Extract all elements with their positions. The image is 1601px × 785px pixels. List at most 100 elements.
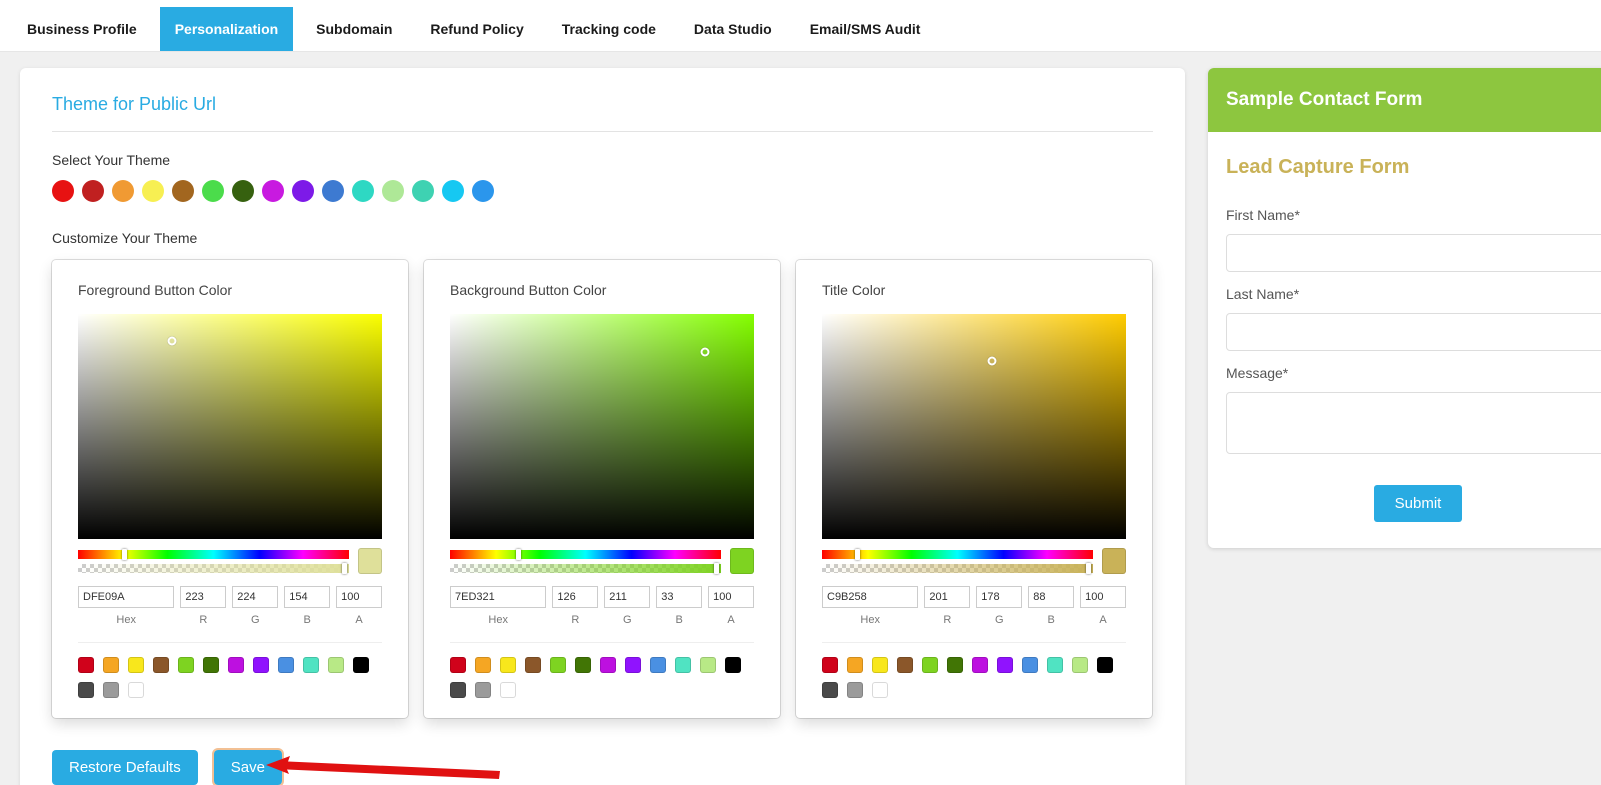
saturation-area[interactable] <box>78 314 382 539</box>
theme-color-circle[interactable] <box>352 180 374 202</box>
hue-slider[interactable] <box>822 548 1093 560</box>
blue-input[interactable] <box>1028 586 1075 608</box>
preset-swatch[interactable] <box>897 657 913 673</box>
hex-input[interactable] <box>78 586 175 608</box>
red-input[interactable] <box>180 586 227 608</box>
preset-swatch[interactable] <box>103 657 119 673</box>
hex-input[interactable] <box>822 586 919 608</box>
first-name-input[interactable] <box>1226 234 1601 272</box>
alpha-slider-pointer[interactable] <box>713 562 719 574</box>
preset-swatch[interactable] <box>128 682 144 698</box>
preset-swatch[interactable] <box>725 657 741 673</box>
preset-swatch[interactable] <box>78 682 94 698</box>
green-input[interactable] <box>604 586 651 608</box>
theme-color-circle[interactable] <box>142 180 164 202</box>
preset-swatch[interactable] <box>475 657 491 673</box>
preset-swatch[interactable] <box>153 657 169 673</box>
saturation-pointer[interactable] <box>167 336 177 346</box>
theme-color-circle[interactable] <box>292 180 314 202</box>
tab-business-profile[interactable]: Business Profile <box>12 7 152 51</box>
theme-color-circle[interactable] <box>262 180 284 202</box>
preset-swatch[interactable] <box>675 657 691 673</box>
preset-swatch[interactable] <box>872 657 888 673</box>
theme-color-circle[interactable] <box>202 180 224 202</box>
hex-input[interactable] <box>450 586 547 608</box>
preset-swatch[interactable] <box>278 657 294 673</box>
blue-input[interactable] <box>284 586 331 608</box>
hue-slider[interactable] <box>78 548 349 560</box>
preset-swatch[interactable] <box>203 657 219 673</box>
theme-color-circle[interactable] <box>442 180 464 202</box>
last-name-input[interactable] <box>1226 313 1601 351</box>
saturation-area[interactable] <box>450 314 754 539</box>
alpha-slider[interactable] <box>822 562 1093 574</box>
preset-swatch[interactable] <box>1072 657 1088 673</box>
preset-swatch[interactable] <box>997 657 1013 673</box>
theme-color-circle[interactable] <box>232 180 254 202</box>
hue-slider-pointer[interactable] <box>855 548 861 560</box>
hue-slider[interactable] <box>450 548 721 560</box>
theme-color-circle[interactable] <box>52 180 74 202</box>
preset-swatch[interactable] <box>328 657 344 673</box>
saturation-area[interactable] <box>822 314 1126 539</box>
alpha-input[interactable] <box>1080 586 1127 608</box>
preset-swatch[interactable] <box>500 682 516 698</box>
preset-swatch[interactable] <box>972 657 988 673</box>
preset-swatch[interactable] <box>822 682 838 698</box>
preset-swatch[interactable] <box>128 657 144 673</box>
alpha-slider-pointer[interactable] <box>1085 562 1091 574</box>
preset-swatch[interactable] <box>575 657 591 673</box>
alpha-slider-pointer[interactable] <box>341 562 347 574</box>
submit-button[interactable]: Submit <box>1373 485 1463 522</box>
preset-swatch[interactable] <box>947 657 963 673</box>
theme-color-circle[interactable] <box>112 180 134 202</box>
preset-swatch[interactable] <box>625 657 641 673</box>
tab-personalization[interactable]: Personalization <box>159 7 294 51</box>
alpha-input[interactable] <box>708 586 755 608</box>
preset-swatch[interactable] <box>353 657 369 673</box>
preset-swatch[interactable] <box>872 682 888 698</box>
preset-swatch[interactable] <box>450 657 466 673</box>
hue-slider-pointer[interactable] <box>515 548 521 560</box>
theme-color-circle[interactable] <box>172 180 194 202</box>
red-input[interactable] <box>924 586 971 608</box>
green-input[interactable] <box>976 586 1023 608</box>
alpha-slider[interactable] <box>450 562 721 574</box>
preset-swatch[interactable] <box>1047 657 1063 673</box>
preset-swatch[interactable] <box>550 657 566 673</box>
preset-swatch[interactable] <box>650 657 666 673</box>
preset-swatch[interactable] <box>303 657 319 673</box>
tab-subdomain[interactable]: Subdomain <box>301 7 407 51</box>
preset-swatch[interactable] <box>103 682 119 698</box>
alpha-slider[interactable] <box>78 562 349 574</box>
tab-data-studio[interactable]: Data Studio <box>679 7 787 51</box>
restore-defaults-button[interactable]: Restore Defaults <box>52 750 198 785</box>
hue-slider-pointer[interactable] <box>122 548 128 560</box>
preset-swatch[interactable] <box>450 682 466 698</box>
theme-color-circle[interactable] <box>382 180 404 202</box>
theme-color-circle[interactable] <box>82 180 104 202</box>
preset-swatch[interactable] <box>500 657 516 673</box>
preset-swatch[interactable] <box>475 682 491 698</box>
alpha-input[interactable] <box>336 586 383 608</box>
preset-swatch[interactable] <box>847 682 863 698</box>
preset-swatch[interactable] <box>525 657 541 673</box>
theme-color-circle[interactable] <box>472 180 494 202</box>
preset-swatch[interactable] <box>253 657 269 673</box>
save-button[interactable]: Save <box>211 748 284 785</box>
message-textarea[interactable] <box>1226 392 1601 454</box>
preset-swatch[interactable] <box>228 657 244 673</box>
preset-swatch[interactable] <box>178 657 194 673</box>
theme-color-circle[interactable] <box>322 180 344 202</box>
preset-swatch[interactable] <box>847 657 863 673</box>
tab-refund-policy[interactable]: Refund Policy <box>415 7 538 51</box>
saturation-pointer[interactable] <box>987 356 997 366</box>
preset-swatch[interactable] <box>822 657 838 673</box>
preset-swatch[interactable] <box>78 657 94 673</box>
preset-swatch[interactable] <box>600 657 616 673</box>
saturation-pointer[interactable] <box>700 347 710 357</box>
tab-email-sms-audit[interactable]: Email/SMS Audit <box>795 7 936 51</box>
theme-color-circle[interactable] <box>412 180 434 202</box>
preset-swatch[interactable] <box>1022 657 1038 673</box>
preset-swatch[interactable] <box>1097 657 1113 673</box>
